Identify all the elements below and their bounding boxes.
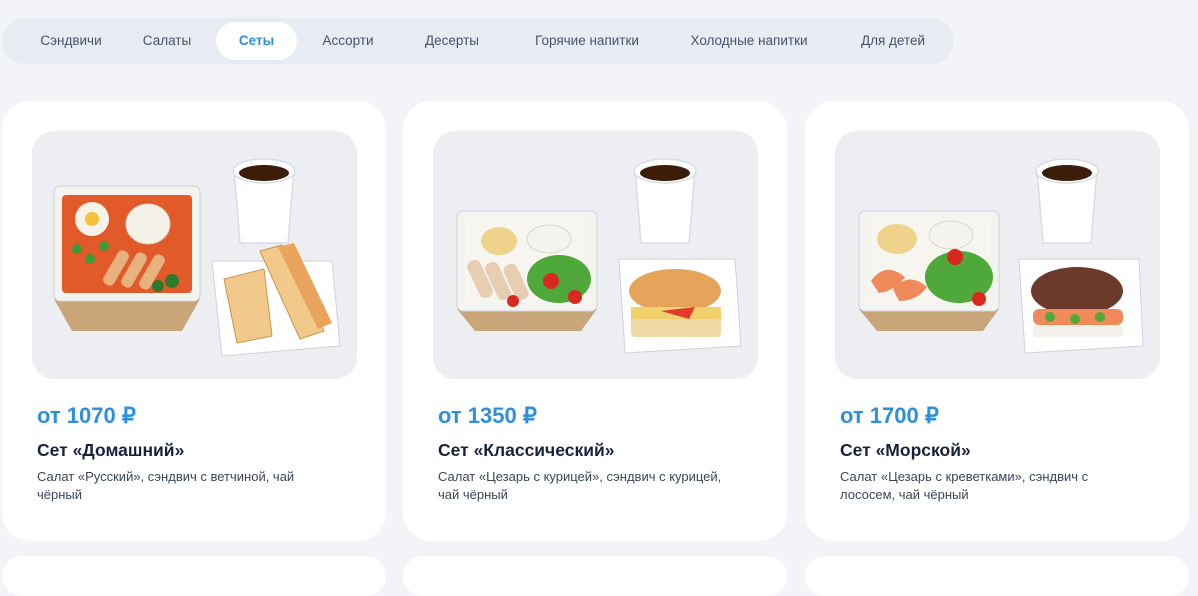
product-card-domashniy[interactable]: от 1070 ₽ Сет «Домашний» Салат «Русский»… bbox=[2, 101, 386, 541]
tab-desserts[interactable]: Десерты bbox=[406, 22, 498, 60]
tab-assorti[interactable]: Ассорти bbox=[302, 22, 394, 60]
product-photo-illustration bbox=[858, 158, 1144, 354]
tab-sandwiches[interactable]: Сэндвичи bbox=[12, 22, 130, 60]
product-price: от 1350 ₽ bbox=[438, 403, 537, 428]
tab-salads[interactable]: Салаты bbox=[122, 22, 212, 60]
product-price: от 1070 ₽ bbox=[37, 403, 136, 428]
product-name[interactable]: Сет «Морской» bbox=[840, 440, 971, 461]
tab-hot-drinks[interactable]: Горячие напитки bbox=[518, 22, 656, 60]
product-card-next[interactable] bbox=[403, 556, 787, 596]
product-card-morskoy[interactable]: от 1700 ₽ Сет «Морской» Салат «Цезарь с … bbox=[805, 101, 1189, 541]
tab-sets[interactable]: Сеты bbox=[216, 22, 297, 60]
product-card-klassicheskiy[interactable]: от 1350 ₽ Сет «Классический» Салат «Цеза… bbox=[403, 101, 787, 541]
product-description: Салат «Цезарь с курицей», сэндвич с кури… bbox=[438, 469, 722, 502]
product-name[interactable]: Сет «Домашний» bbox=[37, 440, 184, 461]
product-photo-illustration bbox=[456, 158, 742, 354]
category-tabs: Сэндвичи Салаты Сеты Ассорти Десерты Гор… bbox=[2, 18, 954, 64]
product-photo[interactable] bbox=[433, 131, 758, 379]
tab-cold-drinks[interactable]: Холодные напитки bbox=[678, 22, 820, 60]
product-photo[interactable] bbox=[835, 131, 1160, 379]
product-card-next[interactable] bbox=[805, 556, 1189, 596]
product-name[interactable]: Сет «Классический» bbox=[438, 440, 614, 461]
product-card-next[interactable] bbox=[2, 556, 386, 596]
product-photo-illustration bbox=[53, 158, 341, 357]
tab-for-kids[interactable]: Для детей bbox=[846, 22, 940, 60]
product-price: от 1700 ₽ bbox=[840, 403, 939, 428]
product-description: Салат «Русский», сэндвич с ветчиной, чай… bbox=[37, 469, 295, 502]
product-description: Салат «Цезарь с креветками», сэндвич с л… bbox=[840, 469, 1089, 502]
product-photo[interactable] bbox=[32, 131, 357, 379]
